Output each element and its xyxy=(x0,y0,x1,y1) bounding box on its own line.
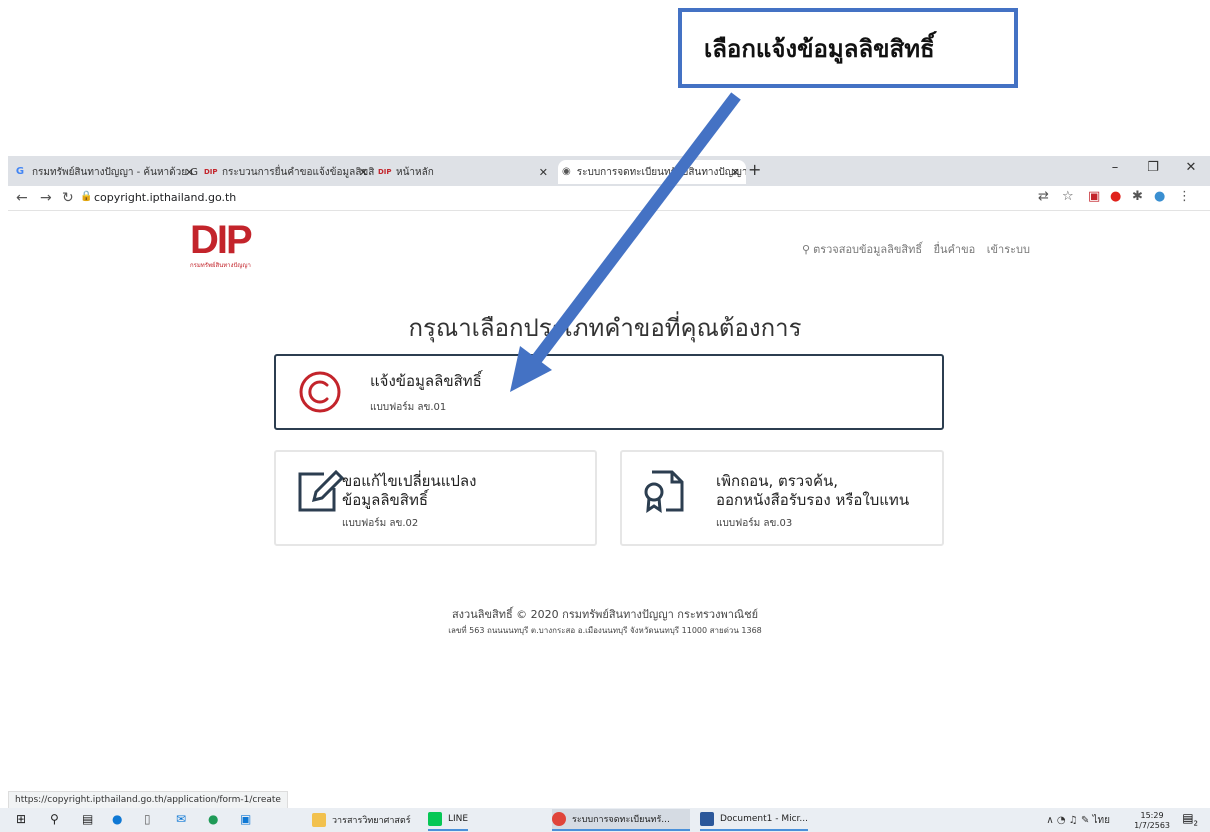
card-form-code: แบบฟอร์ม ลข.03 xyxy=(716,518,793,529)
bookmark-star-icon[interactable]: ☆ xyxy=(1062,189,1074,204)
volume-icon[interactable]: ♫ xyxy=(1069,815,1078,826)
notification-count: 2 xyxy=(1193,819,1198,828)
language-indicator[interactable]: ไทย xyxy=(1093,815,1110,826)
extension-shield-icon[interactable]: ▣ xyxy=(1088,189,1100,204)
taskbar-chrome[interactable]: ระบบการจดทะเบียนทรั... xyxy=(552,809,690,831)
tab-label: ระบบการจดทะเบียนทรัพย์สินทางปัญญา xyxy=(576,166,746,178)
translate-icon[interactable]: ⇄ xyxy=(1038,189,1049,204)
card-title-line2: ข้อมูลลิขสิทธิ์ xyxy=(342,491,428,509)
clock[interactable]: 15:29 1/7/2563 xyxy=(1134,811,1170,831)
card-title: แจ้งข้อมูลลิขสิทธิ์ xyxy=(370,372,482,390)
url-input[interactable]: copyright.ipthailand.go.th xyxy=(94,191,236,204)
address-bar-row: ← → ↻ 🔒 copyright.ipthailand.go.th ⇄ ☆ ▣… xyxy=(8,186,1210,211)
opera-icon[interactable]: ● xyxy=(1110,189,1121,204)
skype-icon[interactable]: ● xyxy=(112,812,122,826)
site-top-nav: ⚲ ตรวจสอบข้อมูลลิขสิทธิ์ ยื่นคำขอ เข้าระบ… xyxy=(0,240,1030,258)
new-tab-button[interactable]: + xyxy=(748,160,761,179)
chrome-icon xyxy=(552,812,566,826)
line-icon xyxy=(428,812,442,826)
lock-icon[interactable]: 🔒 xyxy=(80,191,92,202)
browser-tab-strip: G กรมทรัพย์สินทางปัญญา - ค้นหาด้วย G ✕ D… xyxy=(8,156,1210,186)
windows-start-icon[interactable]: ⊞ xyxy=(16,812,26,826)
edge-icon[interactable]: ● xyxy=(208,812,218,826)
card-revoke-search-certify[interactable]: เพิกถอน, ตรวจค้น, ออกหนังสือรับรอง หรือใ… xyxy=(620,450,944,546)
certificate-document-icon xyxy=(644,470,684,513)
search-icon[interactable]: ⚲ xyxy=(50,812,59,826)
window-controls: – ❐ ✕ xyxy=(1096,160,1210,175)
clock-time: 15:29 xyxy=(1140,811,1164,820)
profile-avatar-icon[interactable]: ● xyxy=(1154,189,1165,204)
pen-icon[interactable]: ✎ xyxy=(1081,815,1089,826)
callout-text: เลือกแจ้งข้อมูลลิขสิทธิ์ xyxy=(704,34,935,63)
system-tray[interactable]: ∧ ◔ ♫ ✎ ไทย xyxy=(1046,813,1110,828)
dip-favicon-icon: DIP xyxy=(378,168,392,176)
tab-label: กรมทรัพย์สินทางปัญญา - ค้นหาด้วย G xyxy=(32,166,199,178)
mail-icon[interactable]: ✉ xyxy=(176,812,186,826)
task-view-icon[interactable]: ▤ xyxy=(82,812,93,826)
footer-address: เลขที่ 563 ถนนนนทบุรี ต.บางกระสอ อ.เมือง… xyxy=(448,626,762,635)
dip-favicon-icon: DIP xyxy=(204,168,218,176)
instruction-callout: เลือกแจ้งข้อมูลลิขสิทธิ์ xyxy=(678,8,1018,88)
taskbar-folder-journal[interactable]: วารสารวิทยาศาสตร์ xyxy=(312,809,411,831)
minimize-icon[interactable]: – xyxy=(1096,160,1134,175)
reload-icon[interactable]: ↻ xyxy=(62,190,74,206)
tab-label: หน้าหลัก xyxy=(396,166,434,178)
tab-label: กระบวนการยื่นคำขอแจ้งข้อมูลลิขสิทธิ์ xyxy=(222,166,374,178)
copyright-icon xyxy=(299,371,341,413)
clock-date: 1/7/2563 xyxy=(1134,821,1170,830)
search-icon[interactable]: ⚲ xyxy=(802,243,810,256)
wifi-icon[interactable]: ◔ xyxy=(1057,815,1066,826)
forward-icon[interactable]: → xyxy=(40,190,52,206)
tab-home[interactable]: DIP หน้าหลัก ✕ xyxy=(378,160,554,184)
windows-taskbar: ⊞ ⚲ ▤ ● ▯ ✉ ● ▣ วารสารวิทยาศาสตร์ LINE ร… xyxy=(0,808,1210,832)
card-title-line2: ออกหนังสือรับรอง หรือใบแทน xyxy=(716,491,910,509)
tab-registration-system[interactable]: ◉ ระบบการจดทะเบียนทรัพย์สินทางปัญญา ✕ xyxy=(558,160,746,184)
back-icon[interactable]: ← xyxy=(16,190,28,206)
menu-kebab-icon[interactable]: ⋮ xyxy=(1178,189,1191,204)
extensions-puzzle-icon[interactable]: ✱ xyxy=(1132,189,1143,204)
page-title: กรุณาเลือกประเภทคำขอที่คุณต้องการ xyxy=(408,314,802,342)
taskbar-word[interactable]: Document1 - Micr... xyxy=(700,809,808,831)
nav-submit-request[interactable]: ยื่นคำขอ xyxy=(934,243,976,256)
google-icon: G xyxy=(15,166,25,177)
card-form-code: แบบฟอร์ม ลข.01 xyxy=(370,402,447,413)
folder-icon xyxy=(312,813,326,827)
edit-icon xyxy=(298,469,344,512)
card-edit-copyright[interactable]: ขอแก้ไขเปลี่ยนแปลง ข้อมูลลิขสิทธิ์ แบบฟอ… xyxy=(274,450,597,546)
footer-copyright: สงวนลิขสิทธิ์ © 2020 กรมทรัพย์สินทางปัญญ… xyxy=(451,608,759,621)
close-window-icon[interactable]: ✕ xyxy=(1172,160,1210,175)
tab-copyright-process[interactable]: DIP กระบวนการยื่นคำขอแจ้งข้อมูลลิขสิทธิ์… xyxy=(204,160,374,184)
tab-google-search[interactable]: G กรมทรัพย์สินทางปัญญา - ค้นหาด้วย G ✕ xyxy=(14,160,200,184)
close-tab-icon[interactable]: ✕ xyxy=(359,166,368,179)
word-icon xyxy=(700,812,714,826)
card-title-line1: ขอแก้ไขเปลี่ยนแปลง xyxy=(342,472,477,490)
taskbar-line[interactable]: LINE xyxy=(428,809,469,831)
chevron-up-icon[interactable]: ∧ xyxy=(1046,815,1053,826)
nav-login[interactable]: เข้าระบบ xyxy=(987,243,1030,256)
status-url-tooltip: https://copyright.ipthailand.go.th/appli… xyxy=(8,791,288,809)
close-tab-icon[interactable]: ✕ xyxy=(731,166,740,179)
close-tab-icon[interactable]: ✕ xyxy=(539,166,548,179)
notification-icon[interactable]: ▤2 xyxy=(1182,811,1198,827)
file-icon[interactable]: ▯ xyxy=(144,812,151,826)
card-copyright-notification[interactable]: แจ้งข้อมูลลิขสิทธิ์ แบบฟอร์ม ลข.01 xyxy=(274,354,944,430)
close-tab-icon[interactable]: ✕ xyxy=(185,166,194,179)
restore-icon[interactable]: ❐ xyxy=(1134,160,1172,175)
globe-icon: ◉ xyxy=(562,166,571,177)
card-form-code: แบบฟอร์ม ลข.02 xyxy=(342,518,419,529)
app-icon[interactable]: ▣ xyxy=(240,812,251,826)
nav-check-copyright[interactable]: ตรวจสอบข้อมูลลิขสิทธิ์ xyxy=(813,243,922,256)
card-title-line1: เพิกถอน, ตรวจค้น, xyxy=(716,472,839,490)
